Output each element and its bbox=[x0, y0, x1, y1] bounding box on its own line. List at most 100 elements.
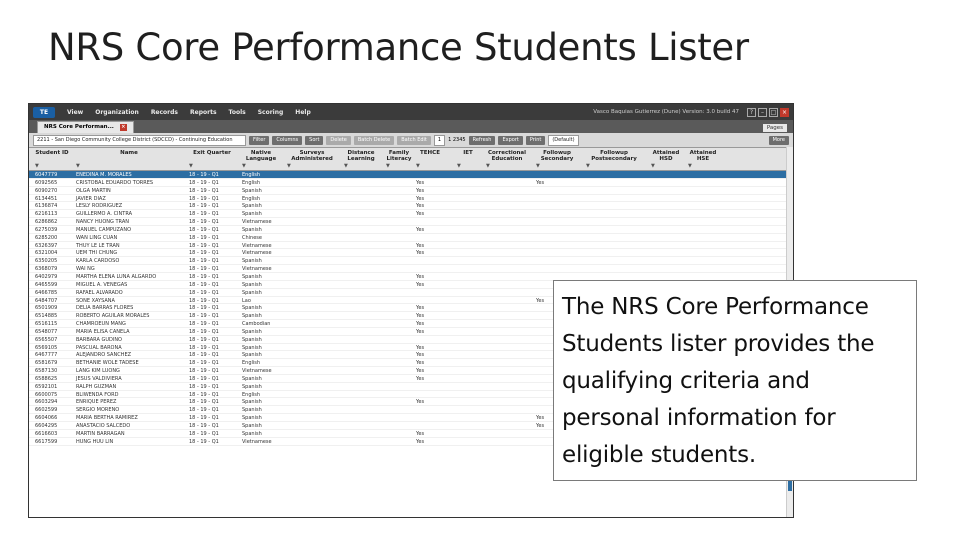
filter-icon[interactable]: ▼ bbox=[189, 163, 193, 169]
tab-close-icon[interactable]: × bbox=[119, 124, 127, 131]
batch-edit-button[interactable]: Batch Edit bbox=[397, 135, 431, 145]
table-cell: 6587130 bbox=[35, 368, 58, 375]
table-cell: Yes bbox=[416, 187, 425, 194]
table-row[interactable]: 6368079 WAI NG 18 - 19 - Q1 Vietnamese bbox=[29, 265, 793, 273]
table-row[interactable]: 6321004 UEM THI CHUNG 18 - 19 - Q1 Vietname… bbox=[29, 249, 793, 258]
maximize-icon[interactable]: □ bbox=[769, 107, 778, 117]
table-row[interactable]: 6350205 KARLA CARDOSO 18 - 19 - Q1 Spanish bbox=[29, 257, 793, 266]
table-row[interactable]: 6090270 OLGA MARTIN 18 - 19 - Q1 Spanish Yes bbox=[29, 187, 793, 195]
filter-icon[interactable]: ▼ bbox=[35, 163, 39, 169]
table-cell: Yes bbox=[416, 360, 425, 367]
table-cell: 6501909 bbox=[35, 305, 58, 312]
table-cell: 6134451 bbox=[35, 195, 58, 202]
menu-view[interactable]: View bbox=[61, 109, 89, 116]
table-row[interactable]: 6216113 GUILLERMO A. CINTRA 18 - 19 - Q1 Sp… bbox=[29, 210, 793, 219]
menu-scoring[interactable]: Scoring bbox=[252, 109, 290, 116]
table-cell: English bbox=[242, 360, 261, 367]
agency-select[interactable]: 2211 - San Diego Community College Distr… bbox=[33, 134, 246, 146]
filter-icon[interactable]: ▼ bbox=[536, 163, 540, 169]
filter-icon[interactable]: ▼ bbox=[457, 163, 461, 169]
help-icon[interactable]: ? bbox=[747, 107, 756, 117]
table-cell: Yes bbox=[416, 313, 425, 320]
table-cell: Spanish bbox=[242, 281, 262, 288]
table-cell: Spanish bbox=[242, 328, 262, 335]
column-header[interactable]: Native Language bbox=[240, 150, 282, 162]
column-header[interactable]: Attained HSD bbox=[649, 150, 683, 162]
column-header[interactable]: Distance Learning bbox=[342, 150, 380, 162]
table-row[interactable]: 6092565 CRISTOBAL EDUARDO TORRES 18 - 19 -… bbox=[29, 179, 793, 187]
column-header[interactable]: TEHCE bbox=[414, 150, 446, 156]
table-cell: 6326397 bbox=[35, 242, 58, 249]
print-button[interactable]: Print bbox=[525, 135, 546, 145]
filter-icon[interactable]: ▼ bbox=[76, 163, 80, 169]
sort-button[interactable]: Sort bbox=[305, 135, 324, 145]
table-cell: Vietnamese bbox=[242, 368, 272, 375]
table-row[interactable]: 6047779 ENEDINA M. MORALES 18 - 19 - Q1 Eng… bbox=[29, 171, 793, 179]
filter-icon[interactable]: ▼ bbox=[416, 163, 420, 169]
table-row[interactable]: 6134451 JAVIER DIAZ 18 - 19 - Q1 English Yes bbox=[29, 195, 793, 203]
table-cell: 6286862 bbox=[35, 219, 58, 226]
delete-button[interactable]: Delete bbox=[326, 135, 351, 145]
refresh-button[interactable]: Refresh bbox=[468, 135, 496, 145]
table-cell: Cambodian bbox=[242, 321, 271, 328]
filter-icon[interactable]: ▼ bbox=[586, 163, 590, 169]
table-row[interactable]: 6286862 NANCY HUONG TRAN 18 - 19 - Q1 Vietn… bbox=[29, 218, 793, 226]
table-cell: RAFAEL ALVARADO bbox=[76, 289, 123, 296]
menu-records[interactable]: Records bbox=[145, 109, 184, 116]
batch-delete-button[interactable]: Batch Delete bbox=[353, 135, 395, 145]
app-logo: TE bbox=[33, 106, 55, 118]
pages-button[interactable]: Pages bbox=[762, 124, 787, 132]
menu-tools[interactable]: Tools bbox=[223, 109, 252, 116]
table-cell: Yes bbox=[536, 297, 545, 304]
close-icon[interactable]: × bbox=[780, 107, 789, 117]
filter-icon[interactable]: ▼ bbox=[386, 163, 390, 169]
column-header[interactable]: Followup Secondary bbox=[534, 150, 580, 162]
table-cell: English bbox=[242, 179, 261, 186]
menu-organization[interactable]: Organization bbox=[89, 109, 145, 116]
view-select[interactable]: (Default) bbox=[548, 134, 579, 146]
table-cell: 18 - 19 - Q1 bbox=[189, 360, 219, 367]
table-cell: Spanish bbox=[242, 305, 262, 312]
table-cell: Yes bbox=[416, 344, 425, 351]
table-cell: 18 - 19 - Q1 bbox=[189, 226, 219, 233]
table-row[interactable]: 6326397 THUY LE LE TRAN 18 - 19 - Q1 Vietna… bbox=[29, 242, 793, 250]
columns-button[interactable]: Columns bbox=[272, 135, 303, 145]
filter-icon[interactable]: ▼ bbox=[344, 163, 348, 169]
filter-icon[interactable]: ▼ bbox=[651, 163, 655, 169]
table-cell: Spanish bbox=[242, 344, 262, 351]
filter-icon[interactable]: ▼ bbox=[287, 163, 291, 169]
menu-help[interactable]: Help bbox=[289, 109, 316, 116]
column-header[interactable]: Surveys Administered bbox=[285, 150, 339, 162]
filter-icon[interactable]: ▼ bbox=[688, 163, 692, 169]
more-button[interactable]: More bbox=[768, 135, 789, 145]
export-button[interactable]: Export bbox=[498, 135, 523, 145]
column-header[interactable]: Correctional Education bbox=[484, 150, 530, 162]
table-cell: 6136874 bbox=[35, 203, 58, 210]
tab-nrs-core-performance[interactable]: NRS Core Performan... × bbox=[37, 121, 134, 133]
column-header[interactable]: IET bbox=[455, 150, 481, 156]
column-header[interactable]: Attained HSE bbox=[686, 150, 720, 162]
menu-reports[interactable]: Reports bbox=[184, 109, 223, 116]
table-row[interactable]: 6275039 MANUEL CAMPUZANO 18 - 19 - Q1 Spani… bbox=[29, 226, 793, 234]
page-input[interactable]: 1 bbox=[433, 134, 446, 146]
column-header[interactable]: Followup Postsecondary bbox=[584, 150, 644, 162]
column-header[interactable]: Family Literacy bbox=[384, 150, 414, 162]
table-row[interactable]: 6285200 WAN LING CUAN 18 - 19 - Q1 Chinese bbox=[29, 234, 793, 242]
filter-button[interactable]: Filter bbox=[249, 135, 270, 145]
column-header[interactable]: Student ID bbox=[33, 150, 71, 156]
column-header[interactable]: Exit Quarter bbox=[187, 150, 237, 156]
filter-icon[interactable]: ▼ bbox=[486, 163, 490, 169]
table-cell: 18 - 19 - Q1 bbox=[189, 179, 219, 186]
table-cell: 18 - 19 - Q1 bbox=[189, 399, 219, 406]
table-cell: 18 - 19 - Q1 bbox=[189, 266, 219, 273]
filter-icon[interactable]: ▼ bbox=[242, 163, 246, 169]
column-header[interactable]: Name bbox=[74, 150, 184, 156]
minimize-icon[interactable]: – bbox=[758, 107, 767, 117]
table-cell: PASCUAL BARONA bbox=[76, 344, 122, 351]
table-cell: JESUS VALDIVIERA bbox=[76, 375, 122, 382]
table-cell: Yes bbox=[416, 328, 425, 335]
table-cell: WAI NG bbox=[76, 266, 95, 273]
table-cell: 6216113 bbox=[35, 211, 58, 218]
table-row[interactable]: 6136874 LESLY RODRIGUEZ 18 - 19 - Q1 Spanis… bbox=[29, 202, 793, 211]
table-cell: 6285200 bbox=[35, 234, 58, 241]
